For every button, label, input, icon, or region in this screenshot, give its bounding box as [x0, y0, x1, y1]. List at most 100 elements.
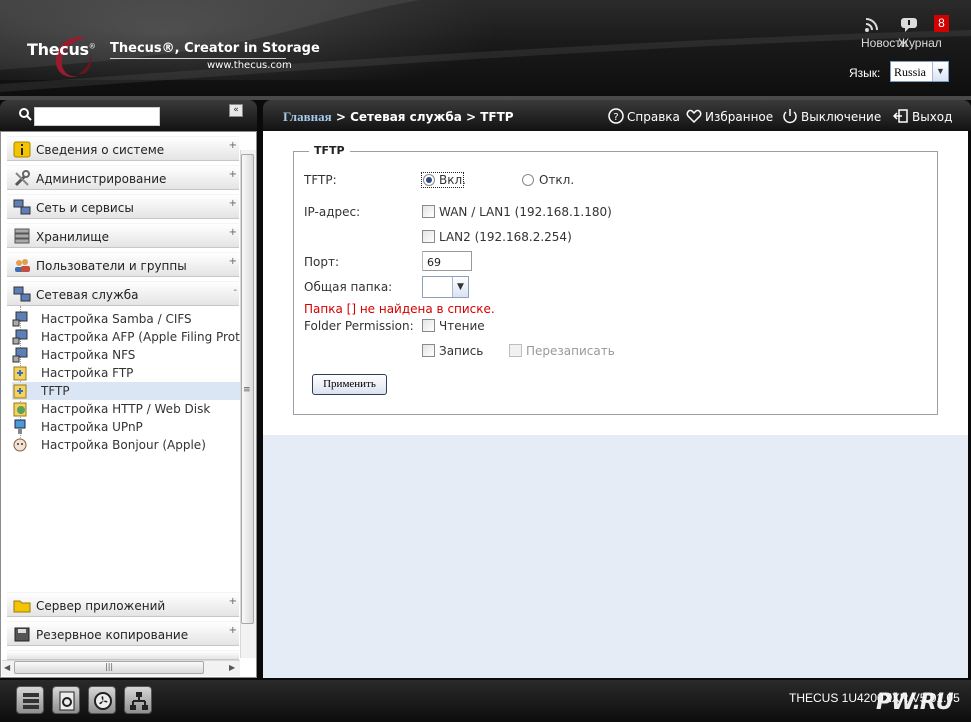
favorites-link[interactable]: Избранное [686, 108, 773, 124]
category-label: Хранилище [36, 230, 109, 244]
sidebar-item-tftp[interactable]: TFTP [12, 382, 240, 400]
sidebar-search-input[interactable] [34, 107, 160, 126]
write-checkbox[interactable] [422, 344, 435, 357]
expand-icon: + [228, 169, 237, 180]
sidebar-item-upnp[interactable]: Настройка UPnP [12, 418, 240, 436]
sidebar-item-samba[interactable]: Настройка Samba / CIFS [12, 310, 240, 328]
folder-permission-label: Folder Permission: [304, 319, 414, 333]
breadcrumb: Главная > Сетевая служба > TFTP [283, 109, 514, 125]
journal-link[interactable]: Журнал [898, 36, 942, 50]
tftp-off-radio[interactable] [522, 174, 534, 186]
help-link[interactable]: ? Справка [608, 108, 680, 124]
scroll-grip-icon: ||| [105, 662, 114, 671]
web-disk-icon [13, 402, 27, 417]
sidebar-category-app-server[interactable]: Сервер приложений + [7, 592, 239, 617]
apply-button[interactable]: Применить [312, 374, 387, 395]
thecus-logo: Thecus® [27, 40, 96, 59]
fieldset-legend: TFTP [309, 144, 350, 157]
network-icon [13, 199, 31, 215]
disk-icon [59, 691, 75, 711]
sidebar-item-label: Настройка NFS [41, 348, 136, 362]
scroll-right-icon[interactable]: ▶ [229, 663, 235, 672]
language-select[interactable]: Russia ▼ [890, 61, 949, 82]
collapse-icon: - [233, 285, 237, 296]
read-label[interactable]: Чтение [439, 319, 485, 333]
tftp-on-label[interactable]: Вкл. [439, 173, 466, 187]
scroll-left-icon[interactable]: ◀ [4, 663, 10, 672]
lan2-checkbox[interactable] [422, 230, 435, 243]
sidebar-item-http[interactable]: Настройка HTTP / Web Disk [12, 400, 240, 418]
sidebar-category-cutoff [7, 650, 239, 660]
read-checkbox[interactable] [422, 319, 435, 332]
sidebar-item-afp[interactable]: Настройка AFP (Apple Filing Protocol) [12, 328, 240, 346]
journal-count-badge: 8 [934, 15, 949, 32]
share-folder-select[interactable]: ▼ [422, 276, 469, 298]
network-service-icon [13, 286, 31, 302]
logout-icon [893, 109, 908, 123]
tools-icon [14, 170, 30, 187]
sidebar-item-label: Настройка FTP [41, 366, 134, 380]
sidebar-item-label: TFTP [41, 384, 70, 398]
sidebar-item-bonjour[interactable]: Настройка Bonjour (Apple) [12, 436, 240, 454]
monitor-icon [12, 311, 28, 327]
dock-server-button[interactable] [16, 686, 44, 714]
folder-icon [13, 366, 27, 381]
logout-link[interactable]: Выход [893, 108, 952, 124]
bonjour-icon [13, 438, 27, 452]
wan-lan1-checkbox[interactable] [422, 205, 435, 218]
sidebar-item-label: Настройка AFP (Apple Filing Protocol) [41, 330, 240, 344]
sidebar-category-network[interactable]: Сеть и сервисы + [7, 194, 239, 219]
users-icon [15, 259, 30, 272]
tftp-label: TFTP: [304, 173, 337, 187]
rss-icon[interactable] [862, 16, 886, 34]
network-tree-icon [130, 692, 148, 710]
tftp-off-label[interactable]: Откл. [539, 173, 574, 187]
language-value: Russia [894, 65, 927, 79]
category-label: Администрирование [36, 172, 167, 186]
write-label[interactable]: Запись [439, 344, 483, 358]
collapse-sidebar-button[interactable]: « [229, 104, 243, 117]
sidebar-item-label: Настройка Samba / CIFS [41, 312, 192, 326]
sidebar-item-label: Настройка Bonjour (Apple) [41, 438, 206, 452]
info-icon [13, 141, 31, 158]
lan2-label[interactable]: LAN2 (192.168.2.254) [439, 230, 572, 244]
favorites-label: Избранное [705, 110, 774, 124]
message-bubble-icon[interactable] [900, 17, 918, 33]
category-label: Сеть и сервисы [36, 201, 134, 215]
dock-network-button[interactable] [124, 686, 152, 714]
upnp-icon [14, 419, 26, 434]
overwrite-checkbox[interactable] [509, 344, 522, 357]
category-label: Резервное копирование [36, 628, 189, 642]
sidebar-item-nfs[interactable]: Настройка NFS [12, 346, 240, 364]
sidebar-category-network-service[interactable]: Сетевая служба - [7, 281, 239, 306]
shutdown-label: Выключение [801, 110, 882, 124]
breadcrumb-home-link[interactable]: Главная [283, 109, 332, 124]
ip-address-label: IP-адрес: [304, 205, 361, 219]
sidebar-category-backup[interactable]: Резервное копирование + [7, 621, 239, 646]
category-label: Пользователи и группы [36, 259, 187, 273]
port-input[interactable]: 69 [422, 251, 472, 271]
sidebar-category-administration[interactable]: Администрирование + [7, 165, 239, 190]
sidebar-category-system-info[interactable]: Сведения о системе + [7, 136, 239, 161]
tagline-divider [110, 58, 286, 59]
expand-icon: + [228, 227, 237, 238]
expand-icon: + [228, 198, 237, 209]
port-label: Порт: [304, 255, 340, 269]
sidebar-item-label: Настройка HTTP / Web Disk [41, 402, 211, 416]
svg-text:?: ? [613, 112, 618, 123]
sidebar-item-label: Настройка UPnP [41, 420, 143, 434]
backup-icon [14, 627, 30, 642]
sidebar-category-storage[interactable]: Хранилище + [7, 223, 239, 248]
dock-disk-button[interactable] [52, 686, 80, 714]
wan-lan1-label[interactable]: WAN / LAN1 (192.168.1.180) [439, 205, 612, 219]
storage-icon [14, 228, 30, 244]
dock-fan-button[interactable] [88, 686, 116, 714]
monitor-icon [12, 347, 28, 363]
folder-icon [13, 384, 27, 399]
shutdown-link[interactable]: Выключение [782, 108, 881, 124]
sidebar-item-ftp[interactable]: Настройка FTP [12, 364, 240, 382]
brand-tagline: Thecus®, Creator in Storage [110, 41, 320, 56]
chevron-down-icon: ▼ [932, 62, 948, 81]
expand-icon: + [228, 140, 237, 151]
sidebar-category-users[interactable]: Пользователи и группы + [7, 252, 239, 277]
